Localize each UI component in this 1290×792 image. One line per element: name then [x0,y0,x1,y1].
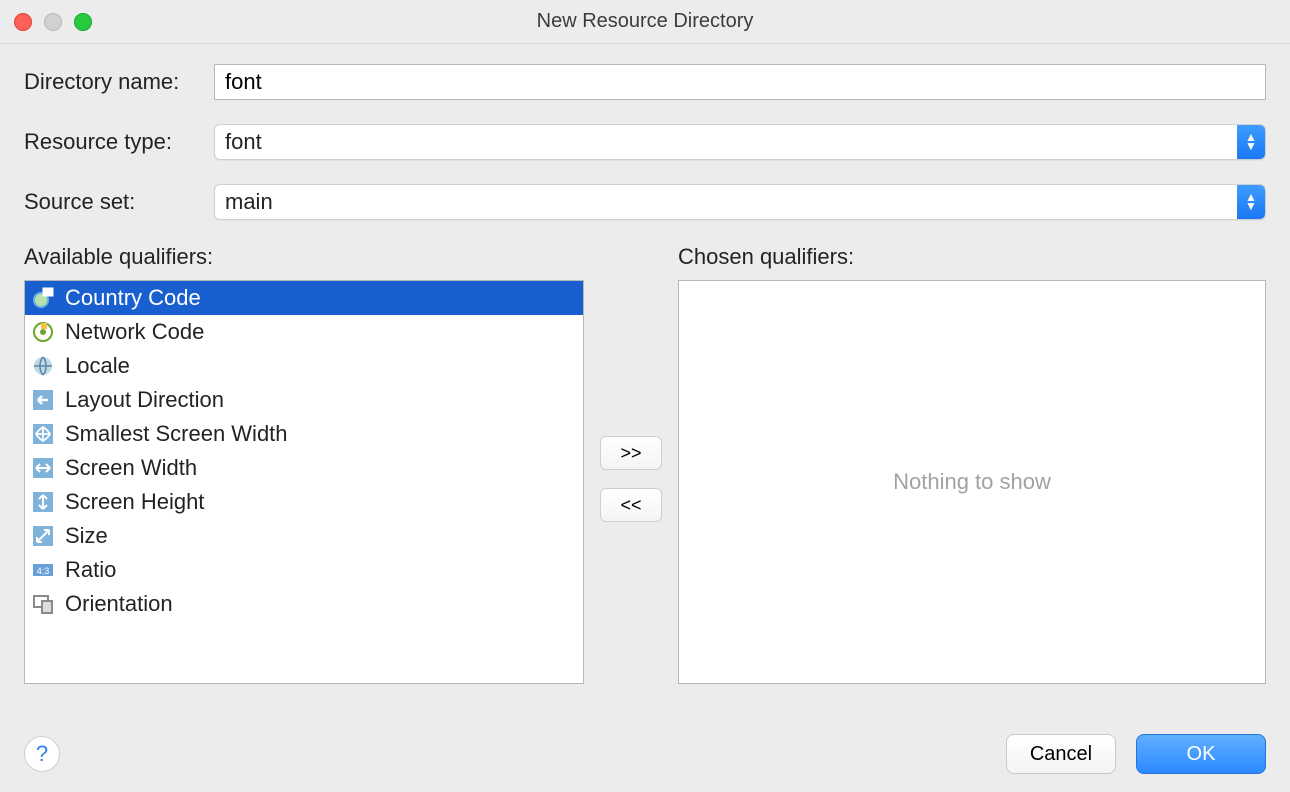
qualifier-item[interactable]: Layout Direction [25,383,583,417]
qualifier-item-label: Network Code [65,319,204,345]
qualifier-item-label: Smallest Screen Width [65,421,288,447]
title-bar: New Resource Directory [0,0,1290,44]
resource-type-value: font [215,125,1237,159]
qualifier-item-label: Layout Direction [65,387,224,413]
close-window-button[interactable] [14,13,32,31]
globe-flag-icon [31,286,55,310]
directory-name-input[interactable] [214,64,1266,100]
qualifier-item[interactable]: Screen Height [25,485,583,519]
chosen-qualifiers-label: Chosen qualifiers: [678,244,1266,270]
arrow-left-icon [31,388,55,412]
available-qualifiers-label: Available qualifiers: [24,244,584,270]
cancel-button[interactable]: Cancel [1006,734,1116,774]
source-set-label: Source set: [24,189,214,215]
zoom-window-button[interactable] [74,13,92,31]
ok-button[interactable]: OK [1136,734,1266,774]
minimize-window-button [44,13,62,31]
qualifier-item-label: Orientation [65,591,173,617]
ratio-icon: 4:3 [31,558,55,582]
help-button[interactable]: ? [24,736,60,772]
available-qualifiers-list[interactable]: Country Code Network Code Locale Layout Dir… [24,280,584,684]
qualifier-item-label: Country Code [65,285,201,311]
qualifier-item[interactable]: 4:3 Ratio [25,553,583,587]
qualifier-item[interactable]: Network Code [25,315,583,349]
svg-text:4:3: 4:3 [37,566,50,576]
window-title: New Resource Directory [0,10,1290,33]
directory-name-label: Directory name: [24,69,214,95]
globe-icon [31,354,55,378]
chosen-empty-text: Nothing to show [679,281,1265,683]
add-qualifier-button[interactable]: >> [600,436,662,470]
network-icon [31,320,55,344]
window-controls [14,13,92,31]
resource-type-label: Resource type: [24,129,214,155]
combobox-stepper-icon: ▲▼ [1237,125,1265,159]
arrow-v-icon [31,490,55,514]
remove-qualifier-button[interactable]: << [600,488,662,522]
resource-type-combobox[interactable]: font ▲▼ [214,124,1266,160]
combobox-stepper-icon: ▲▼ [1237,185,1265,219]
arrows-cross-icon [31,422,55,446]
arrow-h-icon [31,456,55,480]
qualifier-item[interactable]: Smallest Screen Width [25,417,583,451]
qualifier-item[interactable]: Screen Width [25,451,583,485]
qualifier-item[interactable]: Size [25,519,583,553]
qualifier-item[interactable]: Country Code [25,281,583,315]
qualifier-item-label: Size [65,523,108,549]
source-set-value: main [215,185,1237,219]
qualifier-item[interactable]: Locale [25,349,583,383]
qualifier-item-label: Ratio [65,557,116,583]
qualifier-item-label: Screen Height [65,489,204,515]
chosen-qualifiers-list[interactable]: Nothing to show [678,280,1266,684]
diag-icon [31,524,55,548]
orient-icon [31,592,55,616]
qualifier-item-label: Screen Width [65,455,197,481]
qualifier-item-label: Locale [65,353,130,379]
qualifier-item[interactable]: Orientation [25,587,583,621]
source-set-combobox[interactable]: main ▲▼ [214,184,1266,220]
